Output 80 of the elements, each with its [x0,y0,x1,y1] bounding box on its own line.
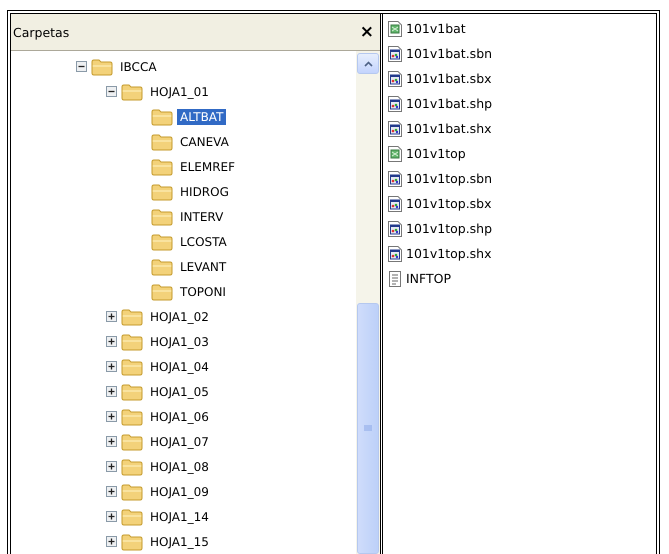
folder-icon [151,182,173,200]
shapefile-icon [387,120,403,138]
panel-title: Carpetas [13,24,70,40]
shapefile-icon [387,44,403,62]
folder-icon [121,532,143,550]
file-name[interactable]: 101v1bat.sbn [406,46,492,61]
close-button[interactable]: × [360,24,374,40]
shapefile-icon [387,194,403,212]
shapefile-icon [387,70,403,88]
file-name[interactable]: 101v1top.sbn [406,171,492,186]
grip-icon [364,425,372,432]
folder-icon [151,232,173,250]
expand-icon[interactable] [106,336,117,347]
folder-icon [151,108,173,126]
folder-icon [151,132,173,150]
tree-item[interactable]: INTERV [177,208,226,224]
folder-icon [121,358,143,376]
expand-icon[interactable] [106,511,117,522]
file-name[interactable]: INFTOP [406,271,452,286]
expand-icon[interactable] [106,436,117,447]
tree-item[interactable]: HOJA1_14 [147,508,212,524]
folder-icon [121,482,143,500]
expand-icon[interactable] [106,361,117,372]
folder-icon [151,258,173,276]
tree-item[interactable]: CANEVA [177,134,232,150]
file-name[interactable]: 101v1top.shx [406,246,492,261]
tree-item[interactable]: LCOSTA [177,234,230,250]
tree-item[interactable]: HIDROG [177,184,232,200]
table-file-icon [387,20,403,38]
tree-item[interactable]: HOJA1_07 [147,434,212,450]
file-name[interactable]: 101v1bat.shx [406,121,492,136]
file-name[interactable]: 101v1bat.sbx [406,71,492,86]
expand-icon[interactable] [106,486,117,497]
folder-icon [121,458,143,476]
tree-item[interactable]: ELEMREF [177,158,238,174]
scrollbar-thumb[interactable] [357,303,379,554]
tree-item[interactable]: HOJA1_03 [147,334,212,350]
expand-icon[interactable] [106,461,117,472]
file-name[interactable]: 101v1top [406,146,466,161]
tree-item[interactable]: HOJA1_06 [147,408,212,424]
collapse-icon[interactable] [76,61,87,72]
folder-icon [121,82,143,100]
folder-icon [151,208,173,226]
folder-icon [121,382,143,400]
shapefile-icon [387,244,403,262]
shapefile-icon [387,220,403,238]
tree-item[interactable]: ALTBAT [177,108,226,124]
folder-icon [121,308,143,326]
scroll-up-button[interactable] [357,53,379,74]
folder-icon [91,58,113,76]
folder-icon [151,282,173,300]
tree-item[interactable]: HOJA1_01 [147,84,212,100]
expand-icon[interactable] [106,386,117,397]
file-name[interactable]: 101v1top.shp [406,221,492,236]
tree-item[interactable]: HOJA1_05 [147,384,212,400]
table-file-icon [387,144,403,162]
tree-item[interactable]: HOJA1_15 [147,534,212,550]
file-name[interactable]: 101v1bat [406,21,466,36]
folder-icon [151,158,173,176]
tree-item[interactable]: HOJA1_09 [147,484,212,500]
collapse-icon[interactable] [106,86,117,97]
tree-item[interactable]: HOJA1_04 [147,358,212,374]
file-name[interactable]: 101v1top.sbx [406,196,492,211]
shapefile-icon [387,94,403,112]
shapefile-icon [387,170,403,188]
tree-item[interactable]: IBCCA [117,58,160,74]
folder-icon [121,508,143,526]
expand-icon[interactable] [106,411,117,422]
folder-icon [121,408,143,426]
scrollbar[interactable] [356,51,380,554]
expand-icon[interactable] [106,536,117,547]
folder-icon [121,432,143,450]
tree-item[interactable]: HOJA1_08 [147,458,212,474]
tree-item[interactable]: HOJA1_02 [147,308,212,324]
tree-item[interactable]: TOPONI [177,284,229,300]
text-file-icon [387,270,403,288]
folder-icon [121,332,143,350]
expand-icon[interactable] [106,311,117,322]
tree-item[interactable]: LEVANT [177,258,230,274]
file-name[interactable]: 101v1bat.shp [406,96,492,111]
